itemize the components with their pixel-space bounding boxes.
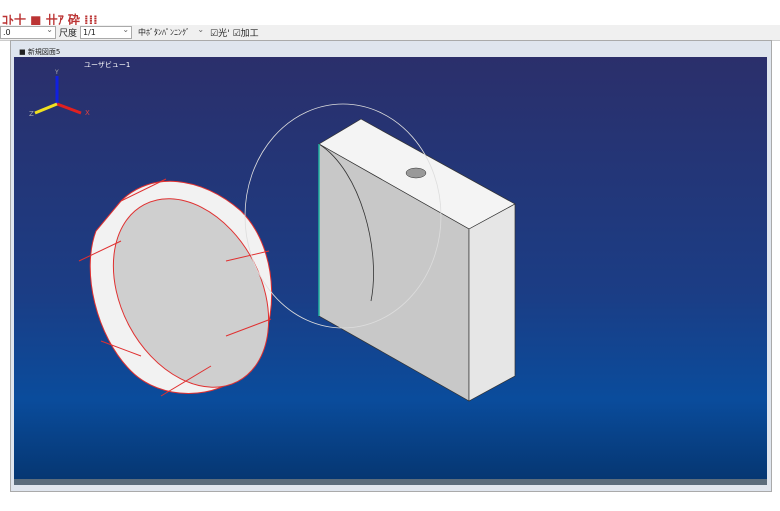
scale-label: 尺度 [59,29,78,39]
y-axis-label: Y [54,69,59,76]
light-checkbox[interactable]: ☑光' [210,26,230,39]
window-title-text: 新規図面5 [27,48,61,56]
z-axis-label: Z [29,110,34,118]
disc-part[interactable] [78,172,300,414]
block-part[interactable] [244,103,516,402]
scale-combo[interactable]: 1/1 [80,24,133,39]
viewport-status-bar [14,479,767,485]
toolbar-icons[interactable]: ｺﾄ十 ■ 卄ｱ 砕 ⁞⁞⁞ [2,11,98,27]
drawing-window: ■ 新規図面5 ユーザビュー1 X Z Y [10,40,772,492]
scene: X Z Y [29,69,516,414]
3d-viewport[interactable]: ユーザビュー1 X Z Y [14,57,767,485]
icon-toolbar: ｺﾄ十 ■ 卄ｱ 砕 ⁞⁞⁞ [0,11,780,27]
window-title: ■ 新規図面5 [19,48,61,56]
light-label: 光' [218,29,230,39]
options-toolbar: .0 尺度 1/1 中ﾎﾞﾀﾝﾊﾟﾝﾆﾝｸﾞ ☑光' ☑加工 [0,24,780,41]
layer-combo[interactable]: .0 [0,24,56,39]
process-label: 加工 [240,29,259,39]
process-checkbox[interactable]: ☑加工 [233,26,259,39]
mouse-mode-combo[interactable]: 中ﾎﾞﾀﾝﾊﾟﾝﾆﾝｸﾞ [135,24,208,39]
x-axis-label: X [85,109,90,117]
axis-triad: X Z Y [29,69,90,118]
